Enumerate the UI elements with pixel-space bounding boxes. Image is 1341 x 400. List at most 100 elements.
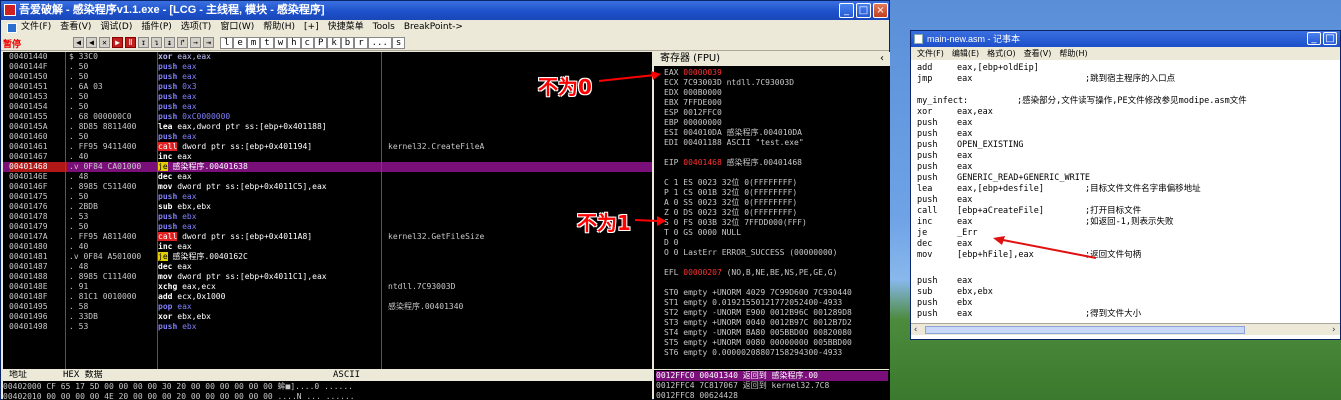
notepad-minimize-button[interactable]: _: [1307, 32, 1321, 45]
notepad-menu-item[interactable]: 文件(F): [917, 49, 944, 58]
toolbar-window-button[interactable]: ...: [367, 37, 392, 49]
disasm-row[interactable]: 0040148F . 81C1 0010000 add ecx,0x1000: [3, 292, 652, 302]
disasm-row[interactable]: 00401496 . 33DB xor ebx,ebx: [3, 312, 652, 322]
menu-item[interactable]: 窗口(W): [220, 22, 254, 32]
register-row[interactable]: A 0 SS 0023 32位 0(FFFFFFFF): [664, 198, 797, 208]
register-row[interactable]: ESP 0012FFC0: [664, 108, 722, 118]
menu-item[interactable]: [+]: [304, 22, 319, 32]
disasm-row[interactable]: 00401468 .v 0F84 CA01000 je 感染程序.00401638: [3, 162, 652, 172]
menu-item[interactable]: 插件(P): [141, 22, 171, 32]
menu-item[interactable]: 调试(D): [100, 22, 132, 32]
disasm-row[interactable]: 00401488 . 8985 C111400 mov dword ptr ss:[…: [3, 272, 652, 282]
register-row[interactable]: EDI 00401188 ASCII "test.exe": [664, 138, 804, 148]
toolbar-window-button[interactable]: s: [391, 37, 406, 49]
disasm-row[interactable]: 0040147A . FF95 A811400 call dword ptr ss:…: [3, 232, 652, 242]
toolbar-button-icon[interactable]: ⇥: [203, 37, 214, 48]
scroll-right-icon[interactable]: ›: [1331, 325, 1336, 335]
register-row[interactable]: ECX 7C93003D ntdll.7C93003D: [664, 78, 794, 88]
toolbar-window-button[interactable]: k: [327, 37, 341, 49]
register-row[interactable]: O 0 LastErr ERROR_SUCCESS (00000000): [664, 248, 837, 258]
minimize-button[interactable]: _: [839, 3, 854, 18]
menu-item[interactable]: BreakPoint->: [404, 22, 463, 32]
disasm-row[interactable]: 00401461 . FF95 9411400 call dword ptr ss:…: [3, 142, 652, 152]
register-row[interactable]: EIP 00401468 感染程序.00401468: [664, 158, 802, 168]
disasm-row[interactable]: 00401454 . 50 push eax: [3, 102, 652, 112]
disasm-row[interactable]: 00401476 . 2BDB sub ebx,ebx: [3, 202, 652, 212]
toolbar-button-icon[interactable]: ↱: [177, 37, 188, 48]
menu-item[interactable]: 帮助(H): [263, 22, 295, 32]
toolbar-button-icon[interactable]: ↨: [164, 37, 175, 48]
toolbar-button-icon[interactable]: ✕: [99, 37, 110, 48]
register-row[interactable]: EAX 00000039: [664, 68, 722, 78]
disasm-row[interactable]: 00401440 $ 33C0 xor eax,eax: [3, 52, 652, 62]
toolbar-window-button[interactable]: m: [246, 37, 261, 49]
toolbar-button-icon[interactable]: →: [190, 37, 201, 48]
disasm-row[interactable]: 00401479 . 50 push eax: [3, 222, 652, 232]
stack-row[interactable]: 0012FFC8 00624428: [656, 391, 888, 400]
stack-pane[interactable]: 0012FFC0 00401340 返回到 感染程序.00 0012FFC4 7C…: [654, 370, 890, 400]
disasm-row[interactable]: 00401478 . 53 push ebx: [3, 212, 652, 222]
toolbar-button-icon[interactable]: ◀: [73, 37, 84, 48]
scroll-left-icon[interactable]: ‹: [913, 325, 918, 335]
register-row[interactable]: ST2 empty -UNORM E900 0012B96C 001289D8: [664, 308, 852, 318]
stack-row[interactable]: 0012FFC0 00401340 返回到 感染程序.00: [656, 371, 888, 381]
register-row[interactable]: ST5 empty +UNORM 0080 00000000 005BBD00: [664, 338, 852, 348]
notepad-title-bar[interactable]: main-new.asm - 记事本: [911, 31, 1340, 47]
disasm-row[interactable]: 00401480 . 40 inc eax: [3, 242, 652, 252]
disasm-row[interactable]: 0040145A . 8D85 8811400 lea eax,dword ptr …: [3, 122, 652, 132]
toolbar-window-button[interactable]: P: [313, 37, 328, 49]
register-row[interactable]: ST6 empty 0.00000208807158294300-4933: [664, 348, 842, 358]
register-row[interactable]: D 0: [664, 238, 678, 248]
hex-dump-pane[interactable]: 地址 HEX 数据 ASCII 00402000 CF 65 17 5D 00 …: [3, 370, 652, 400]
register-row[interactable]: ST3 empty +UNORM 0040 0012B97C 0012B7D2: [664, 318, 852, 328]
toolbar-window-button[interactable]: e: [233, 37, 247, 49]
register-row[interactable]: EDX 000B0000: [664, 88, 722, 98]
disasm-row[interactable]: 00401475 . 50 push eax: [3, 192, 652, 202]
menu-item[interactable]: 文件(F): [21, 22, 51, 32]
register-row[interactable]: ST0 empty +UNORM 4029 7C99D600 7C930440: [664, 288, 852, 298]
toolbar-button-icon[interactable]: ↴: [151, 37, 162, 48]
notepad-menu-item[interactable]: 格式(O): [987, 49, 1016, 58]
menu-item[interactable]: 查看(V): [60, 22, 91, 32]
toolbar-button-icon[interactable]: Ⅱ: [125, 37, 136, 48]
menu-item[interactable]: 快捷菜单: [328, 22, 364, 32]
registers-pane[interactable]: 寄存器 (FPU) ‹ EAX 00000039 ECX 7C93003D ntd…: [654, 52, 890, 369]
horizontal-scrollbar[interactable]: ‹ ›: [911, 323, 1340, 335]
register-row[interactable]: EBX 7FFDE000: [664, 98, 722, 108]
register-row[interactable]: Z 0 DS 0023 32位 0(FFFFFFFF): [664, 208, 797, 218]
close-button[interactable]: ×: [873, 3, 888, 18]
toolbar-window-button[interactable]: r: [354, 37, 368, 49]
toolbar-window-button[interactable]: w: [273, 37, 288, 49]
disasm-row[interactable]: 00401487 . 48 dec eax: [3, 262, 652, 272]
toolbar-button-icon[interactable]: ◀: [86, 37, 97, 48]
register-row[interactable]: ESI 004010DA 感染程序.004010DA: [664, 128, 802, 138]
notepad-menu-item[interactable]: 编辑(E): [952, 49, 979, 58]
register-row[interactable]: S 0 FS 003B 32位 7FFDD000(FFF): [664, 218, 807, 228]
toolbar-window-button[interactable]: h: [287, 37, 301, 49]
maximize-button[interactable]: □: [856, 3, 871, 18]
debugger-title-bar[interactable]: 吾爱破解 - 感染程序v1.1.exe - [LCG - 主线程, 模块 - 感…: [1, 1, 889, 20]
notepad-menu-item[interactable]: 帮助(H): [1059, 49, 1087, 58]
disasm-row[interactable]: 00401498 . 53 push ebx: [3, 322, 652, 332]
disasm-row[interactable]: 00401495 . 58 pop eax 感染程序.00401340: [3, 302, 652, 312]
toolbar-window-button[interactable]: b: [340, 37, 355, 49]
toolbar-window-button[interactable]: t: [260, 37, 274, 49]
toolbar-button-icon[interactable]: ▶: [112, 37, 123, 48]
notepad-menu-item[interactable]: 查看(V): [1024, 49, 1052, 58]
disasm-row[interactable]: 00401481 .v 0F84 A501000 je 感染程序.0040162C: [3, 252, 652, 262]
notepad-maximize-button[interactable]: □: [1323, 32, 1337, 45]
disasm-row[interactable]: 00401460 . 50 push eax: [3, 132, 652, 142]
disasm-row[interactable]: 0040146F . 8985 C511400 mov dword ptr ss:[…: [3, 182, 652, 192]
menu-item[interactable]: Tools: [373, 22, 395, 32]
chevron-left-icon[interactable]: ‹: [880, 52, 884, 66]
register-row[interactable]: P 1 CS 001B 32位 0(FFFFFFFF): [664, 188, 797, 198]
register-row[interactable]: ST1 empty 0.01921550121772052400-4933: [664, 298, 842, 308]
toolbar-button-icon[interactable]: ↧: [138, 37, 149, 48]
disasm-row[interactable]: 0040148E . 91 xchg eax,ecx ntdll.7C93003D: [3, 282, 652, 292]
register-row[interactable]: ST4 empty -UNORM BA80 005BBD00 00820080: [664, 328, 852, 338]
register-row[interactable]: C 1 ES 0023 32位 0(FFFFFFFF): [664, 178, 797, 188]
disasm-row[interactable]: 00401467 . 40 inc eax: [3, 152, 652, 162]
disasm-row[interactable]: 0040146E . 48 dec eax: [3, 172, 652, 182]
menu-item[interactable]: 选项(T): [181, 22, 212, 32]
toolbar-window-button[interactable]: l: [220, 37, 234, 49]
